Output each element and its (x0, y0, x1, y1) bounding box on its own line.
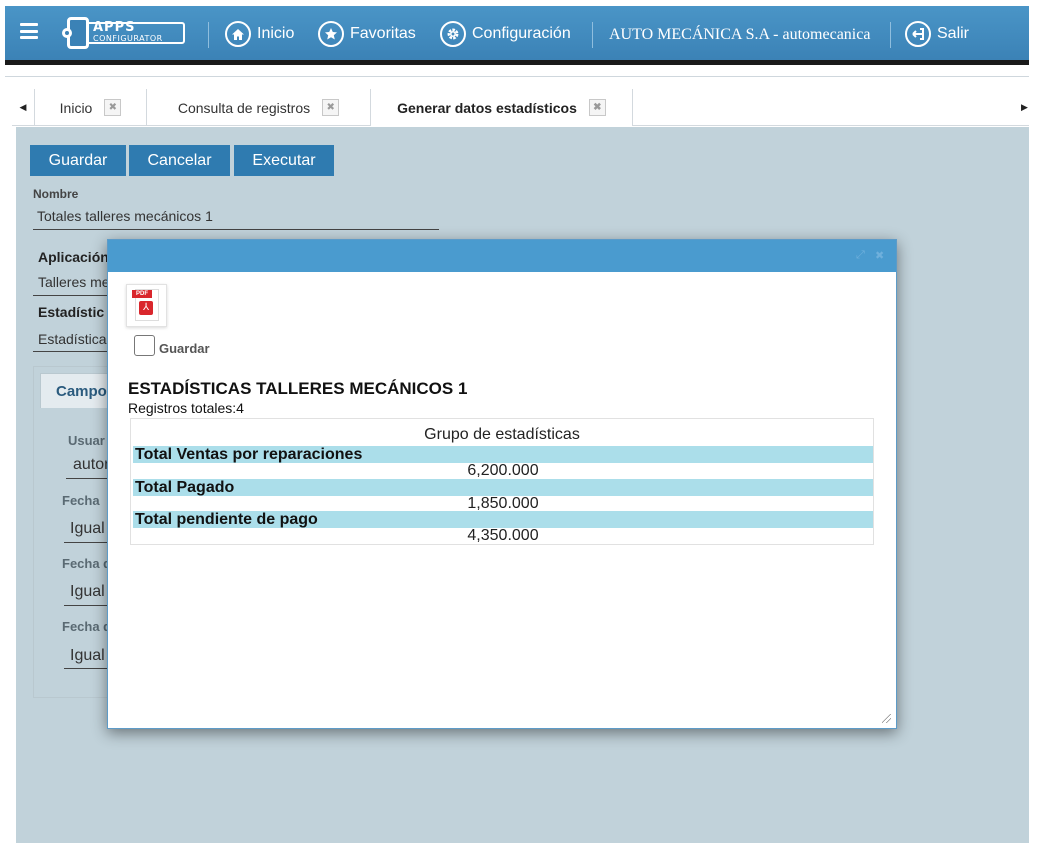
name-field[interactable]: Totales talleres mecánicos 1 (37, 208, 213, 224)
date-underline-3 (64, 668, 108, 669)
pdf-export-button[interactable]: PDF ⅄ (126, 284, 167, 327)
date-label-2: Fecha d (62, 556, 112, 571)
date-label-1: Fecha (62, 493, 100, 508)
home-icon (225, 21, 251, 47)
date-operator-1[interactable]: Igual (70, 520, 105, 538)
date-underline-2 (64, 605, 108, 606)
menu-icon[interactable] (20, 23, 38, 39)
tab-inicio-label: Inicio (59, 99, 93, 116)
logout-label: Salir (937, 25, 970, 42)
save-checkbox-label: Guardar (159, 341, 210, 356)
stat-value-pagado: 1,850.000 (467, 495, 539, 512)
group-header: Grupo de estadísticas (424, 426, 580, 443)
gear-icon (440, 21, 466, 47)
tab-consulta-label: Consulta de registros (177, 99, 311, 116)
tab-scroll-left-icon[interactable]: ◀ (12, 89, 35, 126)
stat-value-ventas: 6,200.000 (467, 462, 539, 479)
user-label: Usuar (68, 433, 105, 448)
stat-label-ventas: Total Ventas por reparaciones (133, 446, 873, 463)
cancel-button[interactable]: Cancelar (129, 145, 230, 176)
close-icon[interactable]: ✖ (875, 249, 884, 262)
tab-consulta-registros[interactable]: Consulta de registros ✖ (147, 89, 371, 126)
user-underline (66, 478, 108, 479)
application-field[interactable]: Talleres me (38, 274, 110, 290)
nav-inicio[interactable]: Inicio (225, 20, 294, 48)
stat-label-pagado: Total Pagado (133, 479, 873, 496)
nav-favoritas-label: Favoritas (350, 25, 416, 42)
header-divider (5, 60, 1029, 65)
logo-text-apps: APPS (93, 20, 136, 35)
execute-button[interactable]: Executar (234, 145, 334, 176)
save-button[interactable]: Guardar (30, 145, 126, 176)
stat-label-pendiente: Total pendiente de pago (133, 511, 873, 528)
logout-button[interactable]: Salir (905, 20, 969, 48)
company-name: AUTO MECÁNICA S.A - automecanica (609, 26, 871, 43)
tab-strip: ◀ Inicio ✖ Consulta de registros ✖ Gener… (12, 89, 1029, 126)
dialog-titlebar[interactable]: ⤢ ✖ (108, 240, 896, 272)
stat-value-pendiente: 4,350.000 (467, 527, 539, 544)
date-operator-3[interactable]: Igual (70, 647, 105, 665)
date-underline-1 (64, 542, 108, 543)
tab-inicio[interactable]: Inicio ✖ (35, 89, 147, 126)
logout-icon (905, 21, 931, 47)
records-total: Registros totales:4 (128, 400, 244, 416)
pdf-tag: PDF (132, 290, 152, 298)
resize-handle-icon[interactable] (882, 714, 891, 723)
tab-campos[interactable]: Campo (40, 373, 112, 408)
tab-generar-label: Generar datos estadísticos (397, 99, 577, 116)
nav-favoritas[interactable]: Favoritas (318, 20, 416, 48)
nav-configuracion-label: Configuración (472, 25, 571, 42)
application-underline (33, 295, 109, 296)
acrobat-icon: ⅄ (139, 301, 153, 315)
statistics-table: Grupo de estadísticas Total Ventas por r… (130, 418, 874, 545)
application-label: Aplicación (38, 249, 109, 265)
close-icon[interactable]: ✖ (588, 99, 606, 116)
name-field-underline (33, 229, 439, 230)
statistic-underline (33, 351, 109, 352)
tab-generar-datos[interactable]: Generar datos estadísticos ✖ (371, 89, 633, 126)
close-icon[interactable]: ✖ (104, 99, 122, 116)
date-operator-2[interactable]: Igual (70, 583, 105, 601)
statistic-label: Estadístic (38, 304, 105, 320)
date-label-3: Fecha d (62, 619, 112, 634)
report-title: ESTADÍSTICAS TALLERES MECÁNICOS 1 (128, 379, 468, 398)
top-navigation-bar: APPS CONFIGURATOR Inicio Favoritas Confi… (5, 6, 1029, 60)
nav-configuracion[interactable]: Configuración (440, 20, 571, 48)
star-icon (318, 21, 344, 47)
statistic-field[interactable]: Estadística (38, 331, 106, 347)
name-label: Nombre (33, 187, 79, 201)
save-checkbox[interactable] (134, 335, 155, 356)
tab-scroll-right-icon[interactable]: ▶ (1020, 89, 1029, 126)
logo-text-configurator: CONFIGURATOR (93, 34, 163, 43)
user-field[interactable]: autor (73, 456, 109, 474)
maximize-icon[interactable]: ⤢ (856, 249, 865, 262)
close-icon[interactable]: ✖ (322, 99, 340, 116)
nav-inicio-label: Inicio (257, 25, 295, 42)
apps-configurator-logo[interactable]: APPS CONFIGURATOR (62, 16, 189, 50)
